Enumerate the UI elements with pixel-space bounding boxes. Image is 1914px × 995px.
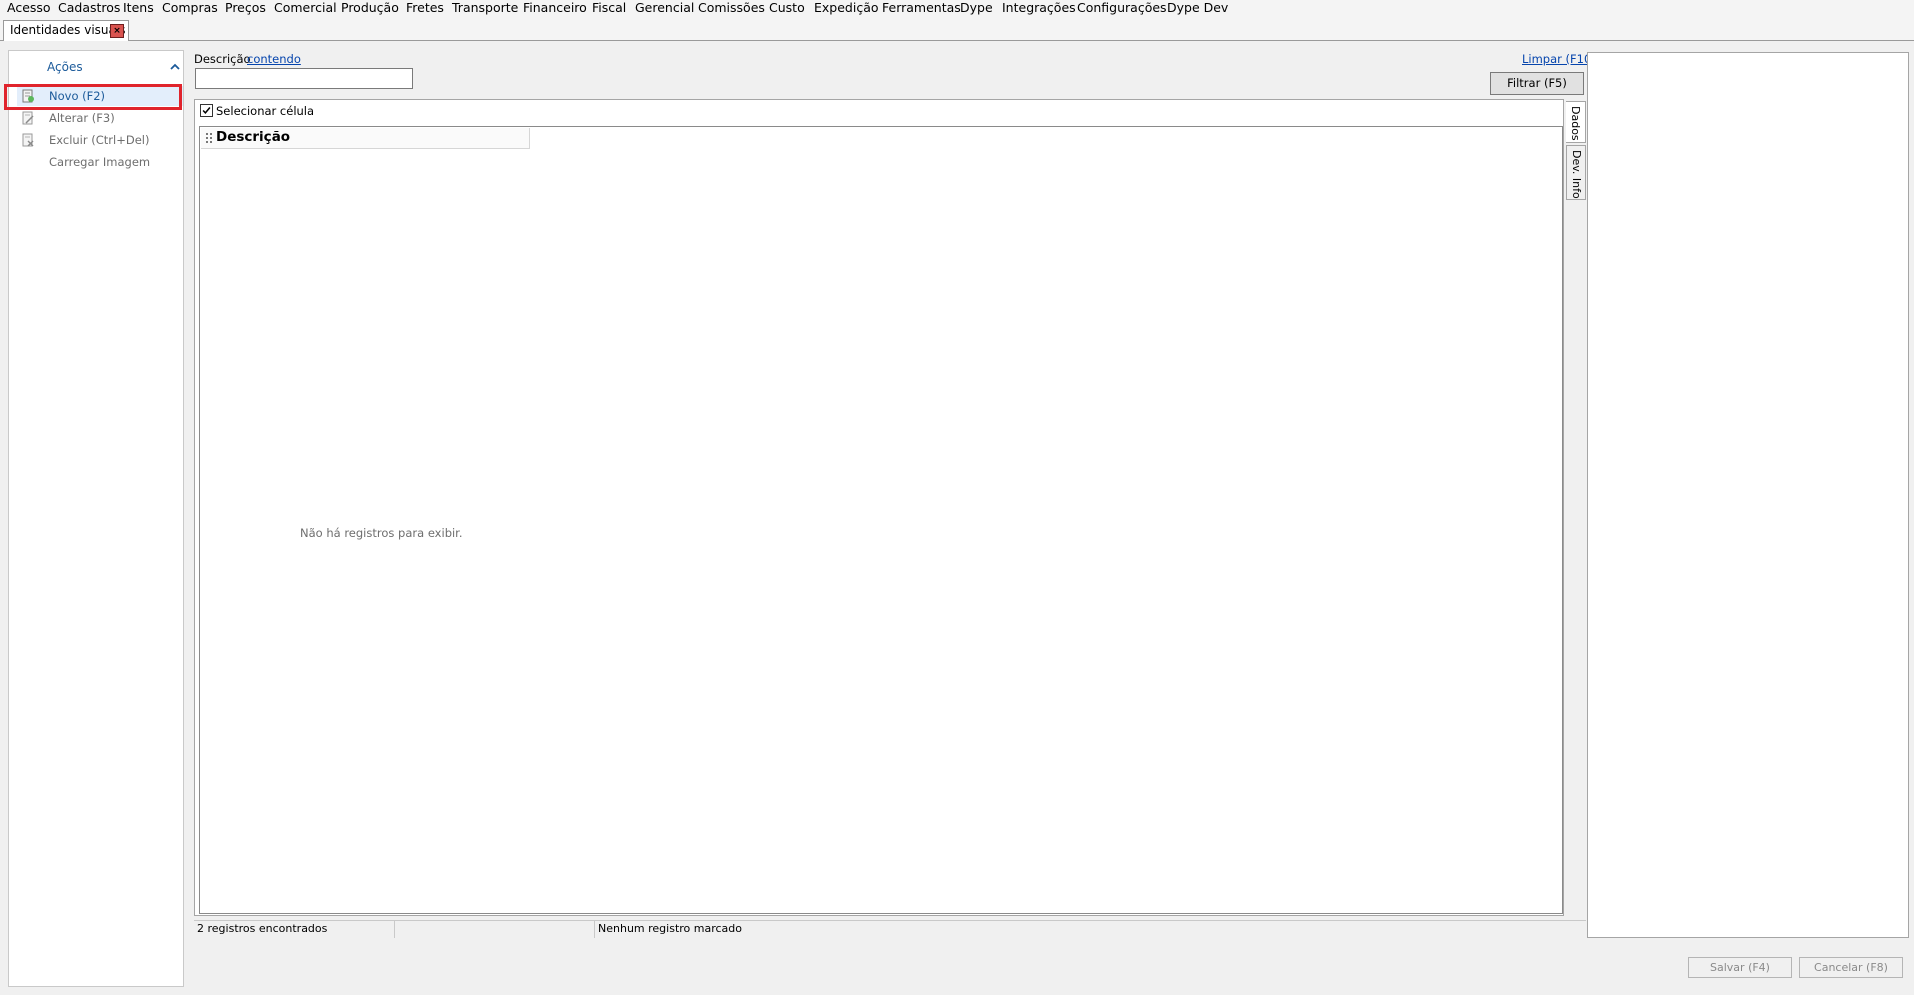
status-marked-records: Nenhum registro marcado: [598, 922, 742, 935]
select-cell-label: Selecionar célula: [216, 104, 315, 118]
description-label: Descrição: [194, 52, 251, 66]
menu-fiscal[interactable]: Fiscal: [592, 0, 626, 17]
filter-button[interactable]: Filtrar (F5): [1490, 72, 1584, 95]
load-image-label: Carregar Imagem: [49, 155, 151, 169]
menu-dype-dev[interactable]: Dype Dev: [1167, 0, 1228, 17]
grip-icon: [206, 133, 212, 143]
data-grid[interactable]: [199, 126, 1563, 914]
delete-label: Excluir (Ctrl+Del): [49, 133, 150, 147]
edit-button[interactable]: Alterar (F3): [17, 108, 183, 128]
close-icon[interactable]: ×: [110, 24, 124, 38]
menu-ferramentas[interactable]: Ferramentas: [882, 0, 961, 17]
chevron-up-icon[interactable]: [169, 61, 181, 73]
description-input[interactable]: [195, 68, 413, 89]
menu-comercial[interactable]: Comercial: [274, 0, 337, 17]
status-middle: [395, 921, 595, 938]
menu-configuracoes[interactable]: Configurações: [1077, 0, 1167, 17]
document-tab-strip: Identidades visuais ×: [0, 19, 1914, 41]
status-bar: 2 registros encontrados Nenhum registro …: [194, 920, 1586, 938]
menu-expedicao[interactable]: Expedição: [814, 0, 879, 17]
status-record-count: 2 registros encontrados: [194, 921, 395, 938]
load-image-button[interactable]: Carregar Imagem: [17, 152, 183, 172]
menu-compras[interactable]: Compras: [162, 0, 218, 17]
menu-bar: Acesso Cadastros Itens Compras Preços Co…: [0, 0, 1914, 19]
menu-itens[interactable]: Itens: [123, 0, 154, 17]
detail-panel: [1587, 52, 1909, 938]
column-header-label: Descrição: [216, 129, 291, 145]
tab-label: Identidades visuais: [10, 23, 126, 37]
delete-button[interactable]: Excluir (Ctrl+Del): [17, 130, 183, 150]
highlight-box: [4, 84, 182, 110]
actions-header: Ações: [47, 60, 83, 74]
column-header-descricao[interactable]: Descrição: [201, 128, 530, 149]
menu-acesso[interactable]: Acesso: [7, 0, 51, 17]
save-button[interactable]: Salvar (F4): [1688, 957, 1792, 978]
menu-producao[interactable]: Produção: [341, 0, 399, 17]
tab-identidades-visuais[interactable]: Identidades visuais ×: [3, 20, 129, 41]
edit-document-icon: [22, 111, 34, 125]
tab-dados-label: Dados: [1569, 106, 1582, 141]
menu-dype[interactable]: Dype: [960, 0, 993, 17]
menu-comissoes[interactable]: Comissões: [698, 0, 765, 17]
clear-link[interactable]: Limpar (F10): [1522, 52, 1596, 66]
tab-dados[interactable]: Dados: [1566, 101, 1586, 143]
tab-dev-info-label: Dev. Info: [1570, 150, 1583, 199]
menu-fretes[interactable]: Fretes: [406, 0, 444, 17]
empty-grid-message: Não há registros para exibir.: [300, 526, 463, 540]
edit-label: Alterar (F3): [49, 111, 115, 125]
tab-dev-info[interactable]: Dev. Info: [1566, 145, 1586, 200]
delete-document-icon: [22, 133, 34, 147]
menu-transporte[interactable]: Transporte: [452, 0, 518, 17]
menu-precos[interactable]: Preços: [225, 0, 266, 17]
description-mode-link[interactable]: contendo: [247, 52, 301, 66]
menu-gerencial[interactable]: Gerencial: [635, 0, 694, 17]
menu-custo[interactable]: Custo: [769, 0, 805, 17]
menu-cadastros[interactable]: Cadastros: [58, 0, 120, 17]
actions-panel: Ações Novo (F2) Alterar (F3) Excluir (Ct…: [8, 50, 184, 987]
cancel-button[interactable]: Cancelar (F8): [1799, 957, 1903, 978]
menu-financeiro[interactable]: Financeiro: [523, 0, 587, 17]
menu-integracoes[interactable]: Integrações: [1002, 0, 1076, 17]
select-cell-checkbox[interactable]: [200, 104, 213, 117]
